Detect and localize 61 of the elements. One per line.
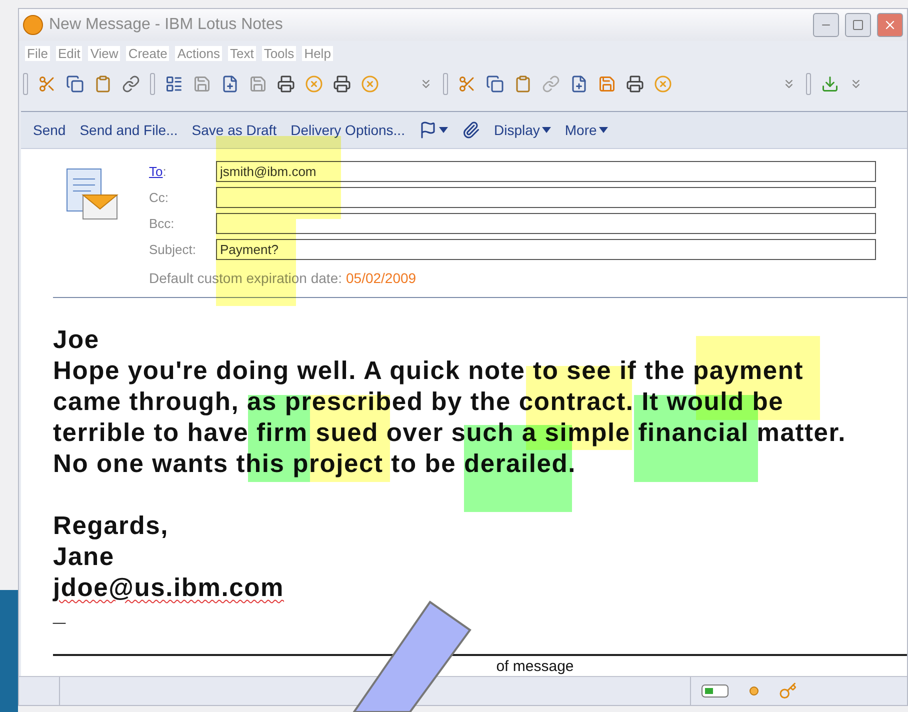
minimize-button[interactable]	[813, 13, 839, 37]
menu-button[interactable]: Display	[494, 122, 551, 138]
toolbar-grip[interactable]	[23, 73, 28, 95]
key-icon[interactable]	[779, 682, 797, 700]
close-button[interactable]	[877, 13, 903, 37]
body-text: Jane	[53, 542, 114, 573]
printer-icon[interactable]	[333, 75, 351, 93]
body-text: Joe	[53, 325, 100, 356]
body-text: No one wants this project to be derailed.	[53, 449, 576, 480]
printer-icon[interactable]	[626, 75, 644, 93]
signature-email: jdoe@us.ibm.com	[53, 573, 284, 604]
clipboard-icon[interactable]	[94, 75, 112, 93]
save-icon[interactable]	[249, 75, 267, 93]
flag-icon	[418, 121, 437, 139]
cancel-icon[interactable]	[654, 75, 672, 93]
action-button[interactable]: Send	[33, 122, 66, 138]
cancel-icon[interactable]	[361, 75, 379, 93]
printer-icon[interactable]	[277, 75, 295, 93]
body-text: Hope you're doing well. A quick note to see if the payment	[53, 356, 804, 387]
label-colon: :	[162, 164, 166, 179]
app-logo-icon	[23, 15, 43, 35]
close-icon	[883, 18, 897, 32]
action-button[interactable]: Send and File...	[80, 122, 178, 138]
text-cursor: _	[53, 604, 66, 624]
maximize-button[interactable]	[845, 13, 871, 37]
toolbar-grip[interactable]	[443, 73, 448, 95]
caret-icon	[542, 127, 551, 133]
action-button[interactable]: Save as Draft	[192, 122, 277, 138]
body-text: Regards,	[53, 511, 169, 542]
window-title: New Message - IBM Lotus Notes	[49, 16, 284, 34]
caret-icon	[598, 127, 608, 133]
save-icon[interactable]	[193, 75, 211, 93]
field-label: Cc:	[149, 190, 168, 205]
status-dot-icon[interactable]	[749, 686, 759, 696]
caret-icon	[438, 127, 448, 133]
new-document-icon[interactable]	[570, 75, 588, 93]
scissors-icon[interactable]	[38, 75, 56, 93]
maximize-icon	[852, 19, 864, 31]
field-label: Subject:	[149, 242, 196, 257]
new-document-icon[interactable]	[221, 75, 239, 93]
save-icon[interactable]	[598, 75, 616, 93]
toolbar-grip[interactable]	[150, 73, 155, 95]
body-text: came through, as prescribed by the contract. It would be	[53, 387, 784, 418]
body-text: terrible to have firm sued over such a simple financial matter.	[53, 418, 846, 449]
copy-icon[interactable]	[486, 75, 504, 93]
toolbar-grip[interactable]	[806, 73, 811, 95]
copy-icon[interactable]	[66, 75, 84, 93]
menu-button[interactable]: More	[564, 122, 608, 138]
link-icon[interactable]	[122, 75, 140, 93]
footer-text: of message	[495, 658, 574, 674]
clipboard-icon[interactable]	[514, 75, 532, 93]
cancel-icon[interactable]	[305, 75, 323, 93]
flag-button[interactable]	[418, 121, 448, 139]
field-link[interactable]: To	[149, 164, 163, 179]
form-icon[interactable]	[165, 75, 183, 93]
expiration-date: 05/02/2009	[346, 270, 416, 286]
download-icon[interactable]	[821, 75, 839, 93]
field-label: Bcc:	[149, 216, 174, 231]
paperclip-icon[interactable]	[462, 121, 480, 139]
action-button[interactable]: Delivery Options...	[290, 122, 405, 138]
scissors-icon[interactable]	[458, 75, 476, 93]
